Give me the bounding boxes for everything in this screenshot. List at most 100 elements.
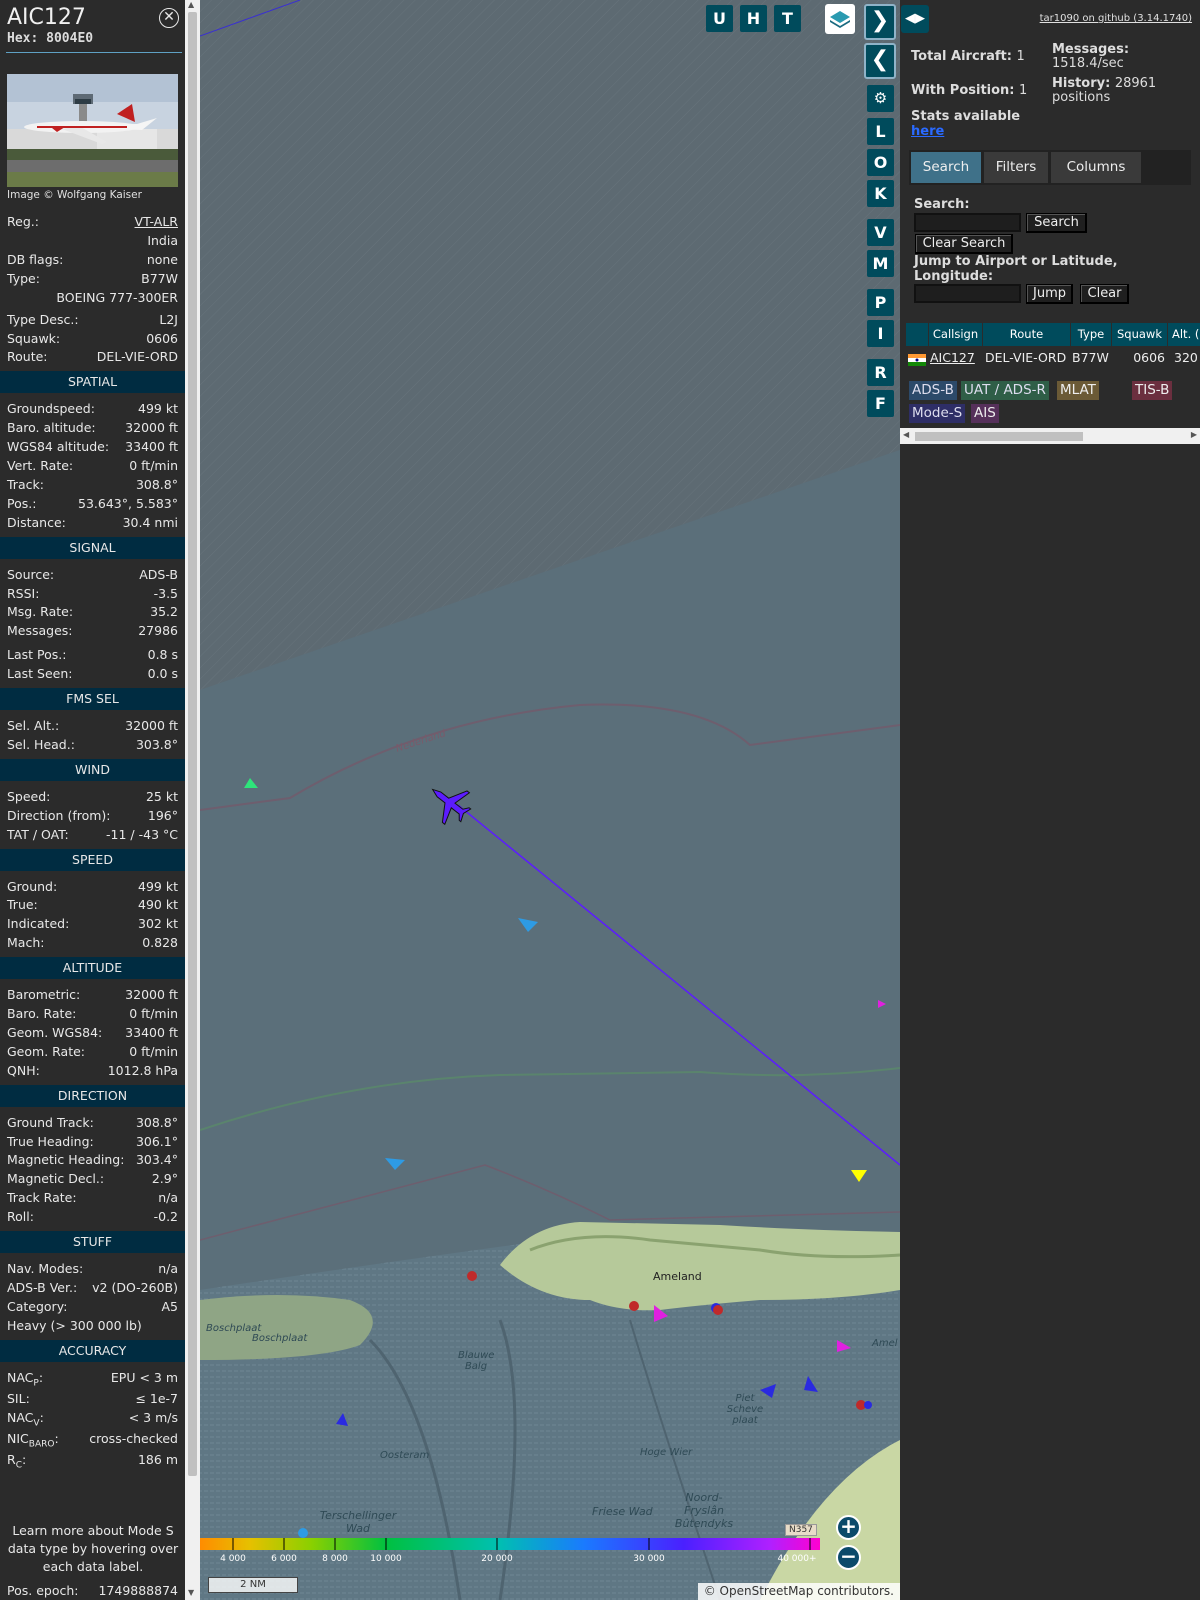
search-input[interactable] (914, 213, 1021, 232)
stuff-row: Category: A5 (7, 1299, 178, 1318)
toggle-u-button[interactable]: U (706, 5, 733, 32)
toggle-v-button[interactable]: V (867, 219, 894, 246)
expand-right-button[interactable]: ❯ (864, 4, 896, 40)
toggle-p-button[interactable]: P (867, 289, 894, 316)
speed-value: 302 kt (138, 916, 178, 932)
clear-button[interactable]: Clear (1080, 284, 1129, 304)
stuff-label: ADS-B Ver.: (7, 1279, 78, 1295)
table-header-squawk[interactable]: Squawk (1112, 323, 1167, 346)
section-header-direction[interactable]: DIRECTION (0, 1084, 185, 1107)
toggle-k-button[interactable]: K (867, 180, 894, 207)
accuracy-row: SIL: ≤ 1e-7 (7, 1391, 178, 1410)
layers-button[interactable] (825, 4, 855, 34)
section-header-signal[interactable]: SIGNAL (0, 536, 185, 559)
altitude-row: QNH: 1012.8 hPa (7, 1063, 178, 1082)
stats-link[interactable]: here (911, 125, 944, 139)
fms-row: Sel. Head.: 303.8° (7, 737, 178, 756)
zoom-out-button[interactable]: − (836, 1545, 861, 1570)
speed-row: Indicated: 302 kt (7, 916, 178, 935)
toggle-m-button[interactable]: M (867, 250, 894, 277)
search-button[interactable]: Search (1026, 213, 1087, 233)
toggle-h-button[interactable]: H (740, 5, 767, 32)
table-header-callsign[interactable]: Callsign (929, 323, 982, 346)
table-header-altitude[interactable]: Alt. ( (1168, 323, 1200, 346)
aircraft-photo[interactable] (7, 74, 178, 187)
map-view[interactable]: Nederland Ameland Amel Boschplaat Boschp… (200, 0, 900, 1600)
stuff-row: ADS-B Ver.: v2 (DO-260B) (7, 1280, 178, 1299)
details-label: Type Desc.: (7, 311, 79, 327)
collapse-left-button[interactable]: ❮ (864, 43, 896, 79)
speed-label: Indicated: (7, 916, 70, 932)
accuracy-row: NACV: < 3 m/s (7, 1410, 178, 1429)
search-label: Search: (914, 197, 970, 212)
toggle-r-button[interactable]: R (867, 359, 894, 386)
tab-filters[interactable]: Filters (984, 152, 1048, 183)
scroll-left-icon[interactable]: ◀ (903, 430, 909, 439)
signal-value: ADS-B (139, 566, 178, 582)
github-link[interactable]: tar1090 on github (3.14.1740) (1040, 13, 1192, 24)
table-cell-callsign[interactable]: AIC127 (930, 347, 975, 368)
section-header-altitude[interactable]: ALTITUDE (0, 957, 185, 980)
section-header-accuracy[interactable]: ACCURACY (0, 1339, 185, 1362)
table-cell-route: DEL-VIE-ORD (985, 350, 1067, 365)
jump-button[interactable]: Jump (1026, 284, 1073, 304)
left-panel-scrollbar[interactable]: ▲ ▼ (185, 0, 200, 1600)
section-header-stuff[interactable]: STUFF (0, 1231, 185, 1253)
altitude-tick: 10 000 (370, 1554, 402, 1564)
map-label-ameland-partial: Amel (872, 1338, 898, 1349)
table-header-route[interactable]: Route (983, 323, 1070, 346)
jump-input[interactable] (914, 284, 1021, 303)
clear-search-button[interactable]: Clear Search (915, 234, 1013, 254)
jump-label: Jump to Airport or Latitude, Longitude: (914, 254, 1118, 284)
section-header-spatial[interactable]: SPATIAL (0, 371, 185, 394)
legend-tis-b[interactable]: TIS-B (1132, 381, 1173, 400)
altitude-row: Baro. Rate: 0 ft/min (7, 1006, 178, 1025)
map-label-terschellinger: Terschellinger Wad (319, 1509, 397, 1535)
toggle-t-button[interactable]: T (774, 5, 801, 32)
table-header-flag[interactable] (906, 323, 928, 346)
scroll-right-icon[interactable]: ▶ (1191, 430, 1197, 439)
legend-uat-ads-r[interactable]: UAT / ADS-R (961, 381, 1049, 400)
altitude-tick: 30 000 (633, 1554, 665, 1564)
map-label-friese-wad: Friese Wad (592, 1505, 653, 1518)
toggle-l-button[interactable]: L (867, 118, 894, 145)
tab-columns[interactable]: Columns (1051, 152, 1141, 183)
scroll-down-icon[interactable]: ▼ (188, 1588, 194, 1597)
altitude-color-legend: 4 000 6 000 8 000 10 000 20 000 30 000 4… (200, 1538, 820, 1566)
close-icon[interactable]: ✕ (159, 8, 179, 28)
legend-mode-s[interactable]: Mode-S (909, 404, 966, 423)
scroll-thumb[interactable] (915, 432, 1083, 441)
wind-value: -11 / -43 °C (106, 826, 178, 842)
spatial-row: Pos.: 53.643°, 5.583° (7, 496, 178, 515)
signal-value: -3.5 (153, 585, 178, 601)
table-header-type[interactable]: Type (1071, 323, 1111, 346)
details-value: India (147, 232, 178, 248)
wind-value: 196° (147, 807, 178, 823)
scroll-up-icon[interactable]: ▲ (188, 0, 194, 9)
fms-value: 303.8° (135, 736, 178, 752)
spatial-value: 33400 ft (125, 439, 178, 455)
wind-label: TAT / OAT: (7, 826, 69, 842)
legend-mlat[interactable]: MLAT (1057, 381, 1099, 400)
settings-button[interactable]: ⚙ (867, 85, 894, 112)
section-header-speed[interactable]: SPEED (0, 848, 185, 871)
table-horizontal-scrollbar[interactable]: ◀ ▶ (900, 428, 1200, 444)
signal-label: RSSI: (7, 585, 40, 601)
map-canvas[interactable] (200, 0, 900, 1600)
section-header-wind[interactable]: WIND (0, 758, 185, 781)
altitude-value: 32000 ft (125, 987, 178, 1003)
toggle-i-button[interactable]: I (867, 320, 894, 347)
signal-row: Messages: 27986 (7, 623, 178, 642)
section-header-fms[interactable]: FMS SEL (0, 688, 185, 710)
legend-ais[interactable]: AIS (971, 404, 999, 423)
legend-ads-b[interactable]: ADS-B (909, 381, 957, 400)
toggle-f-button[interactable]: F (867, 390, 894, 417)
scroll-thumb[interactable] (188, 12, 197, 1476)
registration-link[interactable]: VT-ALR (135, 214, 178, 229)
toggle-o-button[interactable]: O (867, 149, 894, 176)
tab-search[interactable]: Search (911, 152, 981, 183)
map-attribution[interactable]: © OpenStreetMap contributors. (697, 1583, 900, 1600)
toggle-sidebar-button[interactable]: ◀▶ (901, 5, 929, 33)
zoom-in-button[interactable]: + (836, 1515, 861, 1540)
divider (6, 52, 182, 53)
